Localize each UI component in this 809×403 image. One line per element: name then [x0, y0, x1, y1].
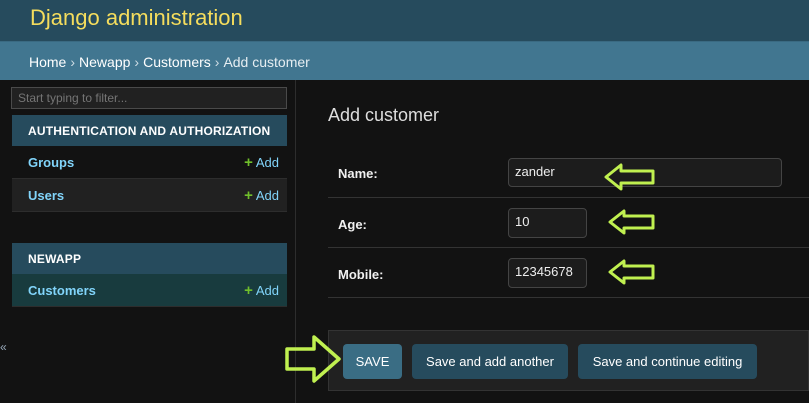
add-users-link[interactable]: + Add: [244, 188, 279, 203]
breadcrumb-current: Add customer: [223, 54, 310, 70]
name-label: Name:: [338, 166, 378, 181]
plus-icon: +: [244, 187, 253, 204]
add-label: Add: [255, 155, 279, 170]
sidebar-item-groups[interactable]: Groups + Add: [12, 146, 287, 179]
mobile-input[interactable]: 12345678: [508, 258, 587, 288]
sidebar-item-label[interactable]: Users: [28, 188, 64, 203]
breadcrumb-separator: ›: [70, 54, 76, 70]
plus-icon: +: [244, 282, 253, 299]
age-label: Age:: [338, 217, 367, 232]
module-caption-auth[interactable]: AUTHENTICATION AND AUTHORIZATION: [12, 115, 287, 146]
header: Django administration: [0, 0, 809, 41]
arrow-right-icon: [285, 335, 341, 383]
site-branding[interactable]: Django administration: [30, 5, 243, 31]
breadcrumb-app[interactable]: Newapp: [79, 54, 130, 70]
add-groups-link[interactable]: + Add: [244, 155, 279, 170]
breadcrumb-separator: ›: [214, 54, 220, 70]
add-label: Add: [255, 283, 279, 298]
breadcrumb-separator: ›: [134, 54, 140, 70]
arrow-left-icon: [608, 209, 655, 235]
breadcrumb-model[interactable]: Customers: [143, 54, 211, 70]
sidebar-item-label[interactable]: Customers: [28, 283, 96, 298]
page-title: Add customer: [328, 105, 440, 125]
toggle-nav-sidebar-button[interactable]: «: [0, 340, 7, 354]
save-button[interactable]: SAVE: [343, 344, 402, 379]
age-input[interactable]: 10: [508, 208, 587, 238]
save-and-continue-button[interactable]: Save and continue editing: [578, 344, 757, 379]
add-label: Add: [255, 188, 279, 203]
breadcrumb: Home › Newapp › Customers › Add customer: [0, 41, 809, 80]
sidebar-item-label[interactable]: Groups: [28, 155, 74, 170]
add-customers-link[interactable]: + Add: [244, 283, 279, 298]
breadcrumb-home[interactable]: Home: [29, 54, 66, 70]
arrow-left-icon: [608, 259, 655, 285]
save-and-add-another-button[interactable]: Save and add another: [412, 344, 568, 379]
nav-filter-input[interactable]: [11, 87, 287, 109]
sidebar-item-customers[interactable]: Customers + Add: [12, 274, 287, 307]
sidebar-item-users[interactable]: Users + Add: [12, 179, 287, 212]
arrow-left-icon: [604, 163, 655, 191]
mobile-label: Mobile:: [338, 267, 384, 282]
module-caption-newapp[interactable]: NEWAPP: [12, 243, 287, 274]
plus-icon: +: [244, 154, 253, 171]
